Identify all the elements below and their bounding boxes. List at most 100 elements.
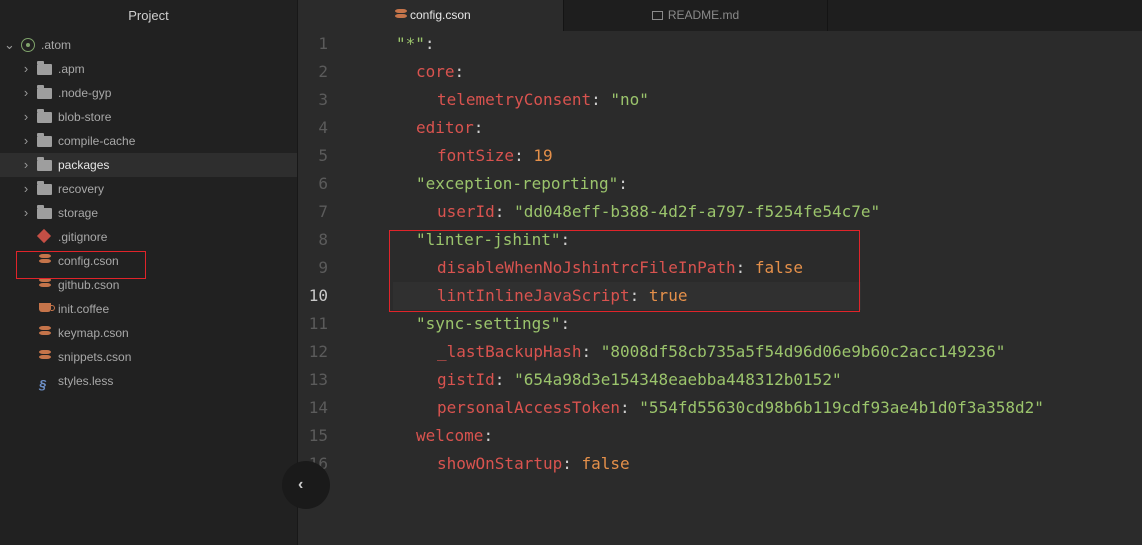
- code-line[interactable]: 4 editor:: [298, 114, 1142, 142]
- code-token: "654a98d3e154348eaebba448312b0152": [514, 370, 842, 389]
- tab-config-cson[interactable]: config.cson: [298, 0, 564, 31]
- tree-item-label: storage: [58, 206, 99, 220]
- code-token: false: [581, 454, 630, 473]
- code-text: welcome:: [416, 422, 493, 450]
- tree-folder-node-gyp[interactable]: › .node-gyp: [0, 81, 297, 105]
- code-token: :: [581, 342, 601, 361]
- chevron-right-icon[interactable]: ›: [21, 201, 31, 225]
- tree-root-atom[interactable]: ⌄ .atom: [0, 33, 297, 57]
- code-line[interactable]: 14 personalAccessToken: "554fd55630cd98b6…: [298, 394, 1142, 422]
- code-token: "dd048eff-b388-4d2f-a797-f5254fe54c7e": [514, 202, 881, 221]
- code-token: telemetryConsent: [437, 90, 592, 109]
- code-line[interactable]: 6 "exception-reporting":: [298, 170, 1142, 198]
- code-token: "554fd55630cd98b6b119cdf93ae4b1d0f3a358d…: [639, 398, 1044, 417]
- line-number: 10: [308, 286, 328, 305]
- code-token: fontSize: [437, 146, 515, 165]
- code-token: :: [618, 174, 628, 193]
- tree-item-label: .gitignore: [58, 230, 108, 244]
- css-icon: §: [39, 377, 47, 392]
- tab-label: README.md: [667, 8, 740, 22]
- line-number: 15: [308, 426, 328, 445]
- line-number: 7: [318, 202, 328, 221]
- code-text: core:: [416, 58, 464, 86]
- code-line[interactable]: 1 "*":: [298, 30, 1142, 58]
- tree-folder-apm[interactable]: › .apm: [0, 57, 297, 81]
- tree-item-label: blob-store: [58, 110, 112, 124]
- chevron-left-icon: ‹: [298, 476, 304, 493]
- line-number: 8: [318, 230, 328, 249]
- tree-item-label: init.coffee: [58, 302, 110, 316]
- database-icon: [39, 350, 51, 364]
- tree-root-label: .atom: [41, 38, 72, 52]
- code-token: :: [562, 454, 582, 473]
- book-icon: [651, 11, 663, 20]
- code-token: :: [473, 118, 484, 137]
- line-number: 1: [318, 34, 328, 53]
- chevron-right-icon[interactable]: ›: [21, 81, 31, 105]
- tab-bar: config.cson README.md: [298, 0, 1142, 31]
- tree-item-label: snippets.cson: [58, 350, 132, 364]
- tree-folder-recovery[interactable]: › recovery: [0, 177, 297, 201]
- code-token: editor: [416, 118, 474, 137]
- tree-folder-blob-store[interactable]: › blob-store: [0, 105, 297, 129]
- tree-file-styles-less[interactable]: § styles.less: [0, 369, 297, 393]
- tab-readme-md[interactable]: README.md: [564, 0, 828, 31]
- line-number: 13: [308, 370, 328, 389]
- code-token: :: [483, 426, 494, 445]
- atom-icon: [21, 38, 35, 52]
- chevron-right-icon[interactable]: ›: [21, 57, 31, 81]
- code-token: :: [591, 90, 611, 109]
- code-line[interactable]: 15 welcome:: [298, 422, 1142, 450]
- tree-file-init-coffee[interactable]: init.coffee: [0, 297, 297, 321]
- line-number: 14: [308, 398, 328, 417]
- code-line[interactable]: 17: [298, 478, 1142, 506]
- tree-file-gitignore[interactable]: .gitignore: [0, 225, 297, 249]
- tree-folder-compile-cache[interactable]: › compile-cache: [0, 129, 297, 153]
- tree-view-panel: Project ⌄ .atom › .apm › .node-gyp › blob-sto…: [0, 0, 298, 545]
- tree-item-label: .apm: [58, 62, 85, 76]
- code-line[interactable]: 2 core:: [298, 58, 1142, 86]
- code-line[interactable]: 5 fontSize: 19: [298, 142, 1142, 170]
- folder-icon: [37, 85, 52, 99]
- code-text: fontSize: 19: [437, 142, 553, 170]
- tree-file-snippets-cson[interactable]: snippets.cson: [0, 345, 297, 369]
- code-token: :: [454, 62, 465, 81]
- code-text: "sync-settings":: [416, 310, 570, 338]
- code-text: gistId: "654a98d3e154348eaebba448312b015…: [437, 366, 842, 394]
- code-token: "*": [396, 34, 425, 53]
- code-line[interactable]: 7 userId: "dd048eff-b388-4d2f-a797-f5254f…: [298, 198, 1142, 226]
- line-number: 11: [308, 314, 328, 333]
- tree-folder-storage[interactable]: › storage: [0, 201, 297, 225]
- code-line[interactable]: 11 "sync-settings":: [298, 310, 1142, 338]
- tree-folder-packages[interactable]: › packages: [0, 153, 297, 177]
- code-editor[interactable]: 1 "*": 2 core: 3 telemetryConsent: "no" 4 edito…: [298, 31, 1142, 545]
- tree-item-label: recovery: [58, 182, 105, 196]
- code-line[interactable]: 13 gistId: "654a98d3e154348eaebba448312b0…: [298, 366, 1142, 394]
- chevron-right-icon[interactable]: ›: [21, 105, 31, 129]
- collapse-sidebar-button[interactable]: ‹: [282, 461, 330, 509]
- tree-file-keymap-cson[interactable]: keymap.cson: [0, 321, 297, 345]
- code-token: _lastBackupHash: [437, 342, 582, 361]
- chevron-right-icon[interactable]: ›: [21, 129, 31, 153]
- coffee-icon: [39, 303, 55, 312]
- code-token: showOnStartup: [437, 454, 563, 473]
- chevron-right-icon[interactable]: ›: [21, 153, 31, 177]
- code-text: _lastBackupHash: "8008df58cb735a5f54d96d…: [437, 338, 1005, 366]
- code-token: welcome: [416, 426, 484, 445]
- folder-icon: [37, 181, 52, 195]
- highlight-box-config: [16, 251, 146, 279]
- code-line[interactable]: 3 telemetryConsent: "no": [298, 86, 1142, 114]
- code-token: "8008df58cb735a5f54d96d06e9b60c2acc14923…: [600, 342, 1006, 361]
- folder-icon: [37, 205, 52, 219]
- line-number: 9: [318, 258, 328, 277]
- chevron-down-icon[interactable]: ⌄: [4, 33, 15, 57]
- code-token: :: [494, 202, 515, 221]
- code-token: "no": [610, 90, 649, 109]
- line-number: 4: [318, 118, 328, 137]
- code-line[interactable]: 16showOnStartup: false: [298, 450, 1142, 478]
- chevron-right-icon[interactable]: ›: [21, 177, 31, 201]
- code-token: :: [494, 370, 515, 389]
- code-token: :: [424, 34, 435, 53]
- code-line[interactable]: 12 _lastBackupHash: "8008df58cb735a5f54d9…: [298, 338, 1142, 366]
- tree-item-label: keymap.cson: [58, 326, 129, 340]
